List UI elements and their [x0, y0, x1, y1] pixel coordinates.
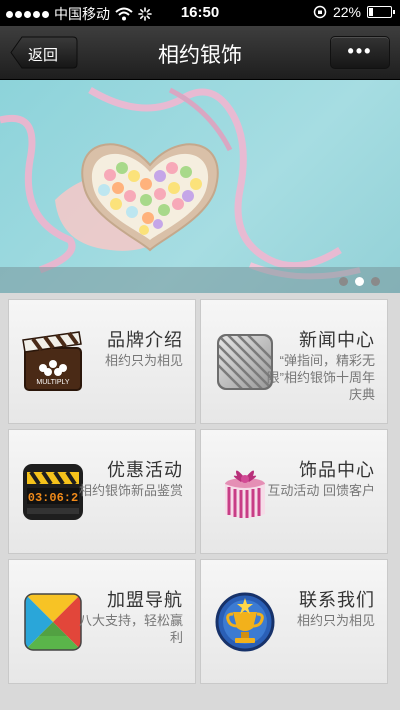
banner-carousel[interactable]: [0, 80, 400, 293]
pager-dot[interactable]: [339, 277, 348, 286]
tile-contact-us[interactable]: 联系我们 相约只为相见: [200, 559, 388, 684]
clapperboard-caption: MULTIPLY: [36, 379, 70, 386]
tile-brand-intro[interactable]: MULTIPLY 品牌介绍 相约只为相见: [8, 299, 196, 424]
tile-title: 品牌介绍: [107, 330, 183, 350]
pager-dot[interactable]: [355, 277, 364, 286]
pager-dot[interactable]: [371, 277, 380, 286]
tile-title: 加盟导航: [107, 590, 183, 610]
tile-title: 饰品中心: [299, 460, 375, 480]
tile-description: 相约银饰新品鉴赏: [78, 483, 183, 498]
battery-icon: [367, 6, 395, 18]
orientation-lock-icon: [313, 5, 327, 19]
tile-franchise-guide[interactable]: 加盟导航 八大支持，轻松赢利: [8, 559, 196, 684]
tile-description: 相约只为相见: [296, 613, 375, 628]
tile-description: 八大支持，轻松赢利: [78, 613, 183, 645]
heart-candy-banner-image: [0, 86, 361, 280]
tile-promotions[interactable]: 03:06:2 优惠活动 相约银饰新品鉴赏: [8, 429, 196, 554]
tile-title: 联系我们: [299, 590, 375, 610]
page-indicator[interactable]: [339, 277, 380, 286]
menu-grid: MULTIPLY 品牌介绍 相约只为相见 新闻中心 “弹指间，精彩无限”相约银饰…: [0, 293, 400, 710]
more-options-button[interactable]: •••: [330, 36, 390, 69]
navigation-bar: 返回 相约银饰 •••: [0, 26, 400, 80]
tile-description: “弹指间，精彩无限”相约银饰十周年庆典: [266, 353, 375, 402]
battery-percent: 22%: [332, 4, 361, 20]
tile-news-center[interactable]: 新闻中心 “弹指间，精彩无限”相约银饰十周年庆典: [200, 299, 388, 424]
tile-title: 新闻中心: [299, 330, 375, 350]
tile-description: 相约只为相见: [104, 353, 183, 368]
tile-description: 互动活动 回馈客户: [267, 483, 375, 498]
status-bar: 中国移动 16:50 22%: [0, 0, 400, 26]
more-dots-icon: •••: [347, 41, 373, 61]
countdown-text: 03:06:2: [28, 491, 78, 505]
status-right: 22%: [313, 4, 395, 20]
battery-level: [369, 8, 373, 16]
tile-jewelry-center[interactable]: 饰品中心 互动活动 回馈客户: [200, 429, 388, 554]
tile-title: 优惠活动: [107, 460, 183, 480]
banner-indicator-strip: [0, 267, 400, 293]
